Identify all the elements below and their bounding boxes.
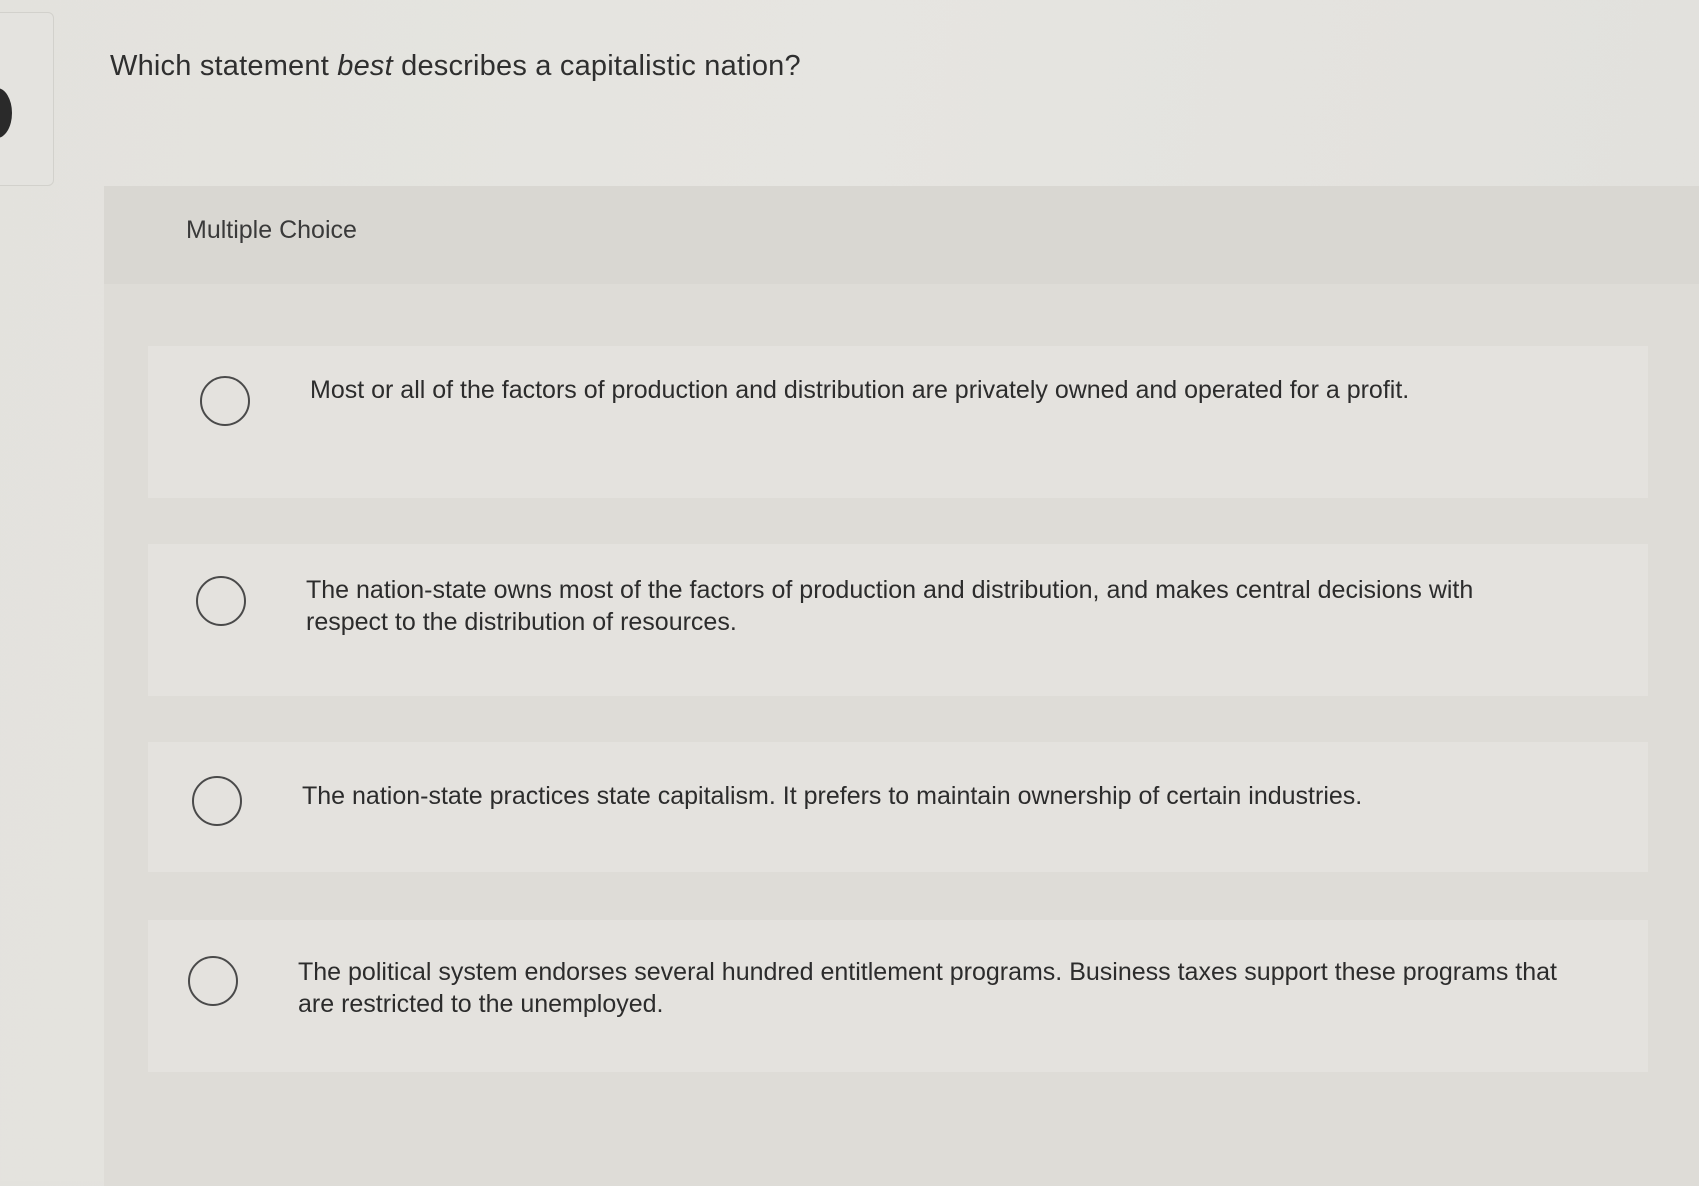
radio-button-4[interactable] [188,956,238,1006]
answer-option-3-text: The nation-state practices state capital… [302,782,1363,810]
answer-option-2-text: The nation-state owns most of the factor… [306,576,1474,636]
answer-option-4[interactable]: The political system endorses several hu… [148,920,1648,1072]
answer-option-3[interactable]: The nation-state practices state capital… [148,742,1648,872]
radio-button-3[interactable] [192,776,242,826]
answer-option-2[interactable]: The nation-state owns most of the factor… [148,544,1648,696]
radio-button-1[interactable] [200,376,250,426]
answer-option-1[interactable]: Most or all of the factors of production… [148,346,1648,498]
answer-option-4-text: The political system endorses several hu… [298,958,1557,1018]
question-text: Which statement best describes a capital… [110,50,801,82]
answer-option-1-text: Most or all of the factors of production… [310,376,1410,404]
question-type-label: Multiple Choice [186,216,357,244]
answer-panel: Multiple Choice Most or all of the facto… [104,186,1699,1186]
question-emphasis: best [337,50,393,82]
panel-header: Multiple Choice [104,186,1699,284]
radio-button-2[interactable] [196,576,246,626]
